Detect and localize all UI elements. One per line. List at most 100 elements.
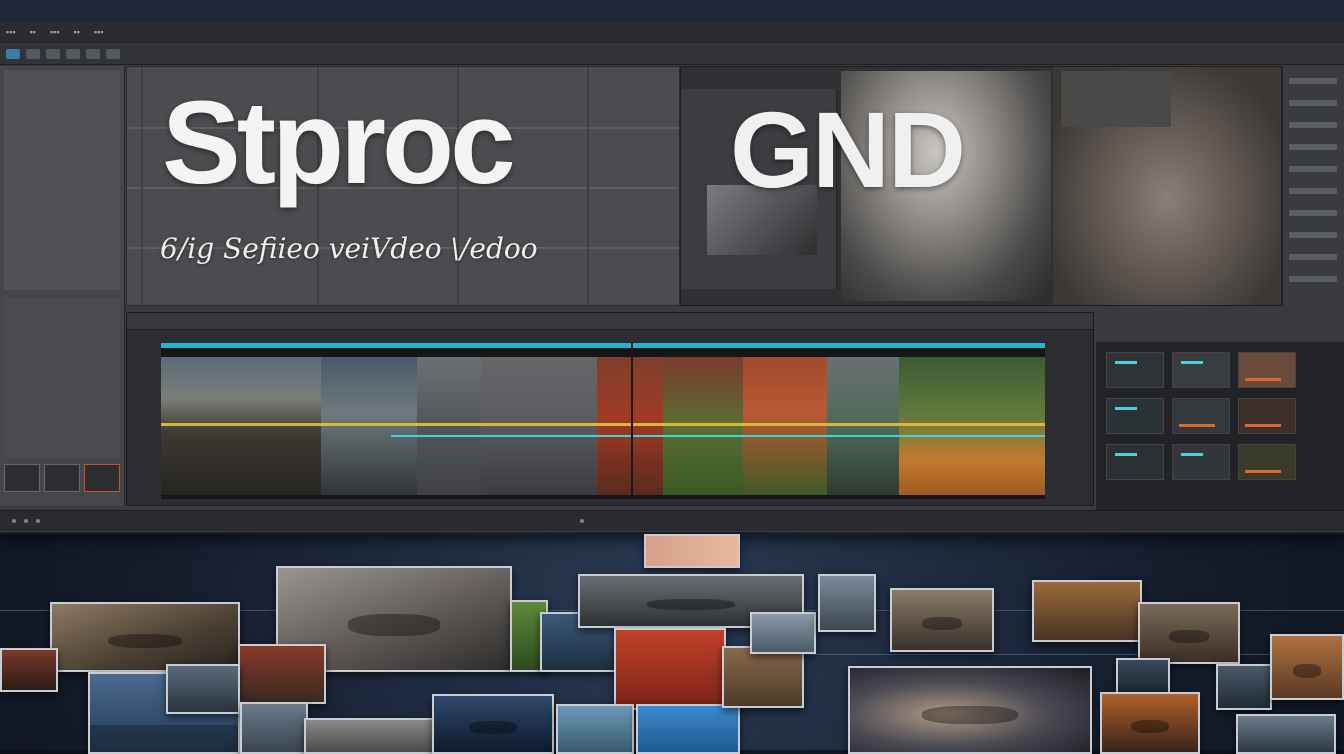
bin-marker (1181, 361, 1203, 364)
image-thumbnail[interactable] (1270, 634, 1344, 700)
image-thumbnail[interactable] (304, 718, 436, 754)
image-thumbnail[interactable] (636, 704, 740, 754)
image-thumbnail[interactable] (1216, 664, 1272, 710)
transport-icon[interactable] (12, 519, 16, 523)
image-thumbnail[interactable] (890, 588, 994, 652)
bin-thumbnail[interactable] (1172, 398, 1230, 434)
property-row[interactable] (1289, 78, 1337, 84)
menu-item[interactable]: ▪▪ (74, 27, 80, 37)
clip-thumbnail[interactable] (4, 464, 40, 492)
image-thumbnail[interactable] (1116, 658, 1170, 696)
grid-line (141, 67, 143, 305)
transport-icon[interactable] (36, 519, 40, 523)
bin-thumbnail[interactable] (1172, 444, 1230, 480)
menu-bar: ▪▪▪ ▪▪ ▪▪▪ ▪▪ ▪▪▪ (0, 22, 1344, 43)
tool-icon[interactable] (106, 49, 120, 59)
image-thumbnail[interactable] (722, 646, 804, 708)
video-clip[interactable] (481, 357, 597, 495)
thumbnail-subject (347, 613, 441, 637)
bin-thumbnail[interactable] (1238, 398, 1296, 434)
select-tool-icon[interactable] (6, 49, 20, 59)
image-thumbnail[interactable] (1138, 602, 1240, 664)
property-row[interactable] (1289, 232, 1337, 238)
image-thumbnail[interactable] (50, 602, 240, 672)
thumbnail-shade (90, 724, 238, 752)
property-row[interactable] (1289, 122, 1337, 128)
bin-thumbnail[interactable] (1172, 352, 1230, 388)
image-thumbnail[interactable] (1032, 580, 1142, 642)
image-thumbnail[interactable] (614, 628, 726, 710)
image-thumbnail[interactable] (848, 666, 1092, 754)
bin-panel (1096, 342, 1344, 530)
video-clip[interactable] (899, 357, 1045, 495)
overlay-block (1061, 71, 1171, 127)
bin-marker (1181, 453, 1203, 456)
video-clip[interactable] (321, 357, 417, 495)
image-thumbnail[interactable] (0, 648, 58, 692)
thumbnail-subject (1130, 720, 1170, 733)
tool-icon[interactable] (86, 49, 100, 59)
property-row[interactable] (1289, 100, 1337, 106)
video-clip[interactable] (827, 357, 899, 495)
keyframe-line (391, 435, 1045, 437)
image-thumbnail[interactable] (750, 612, 816, 654)
thumbnail-subject (107, 633, 183, 649)
property-row[interactable] (1289, 254, 1337, 260)
transport-icon[interactable] (580, 519, 584, 523)
menu-item[interactable]: ▪▪ (30, 27, 36, 37)
bin-thumbnail[interactable] (1238, 352, 1296, 388)
timeline-header (127, 313, 1093, 330)
image-thumbnail[interactable] (1100, 692, 1200, 754)
video-clip[interactable] (597, 357, 663, 495)
thumbnail-subject (1169, 630, 1209, 643)
bin-thumbnail[interactable] (1106, 352, 1164, 388)
face-image (1053, 67, 1281, 305)
property-row[interactable] (1289, 276, 1337, 282)
bin-marker (1179, 424, 1215, 427)
image-thumbnail[interactable] (644, 534, 740, 568)
image-thumbnail[interactable] (238, 644, 326, 704)
properties-panel (1282, 66, 1344, 306)
track-marker (161, 343, 1045, 348)
audio-level-line (161, 423, 1045, 426)
video-clip[interactable] (161, 357, 321, 495)
subtitle: 6/ig Sefiieo veiVdeo \/edoo (160, 232, 538, 265)
menu-item[interactable]: ▪▪▪ (94, 27, 104, 37)
playhead[interactable] (631, 343, 633, 499)
image-thumbnail[interactable] (818, 574, 876, 632)
toolbar (0, 44, 1344, 65)
transport-icon[interactable] (24, 519, 28, 523)
property-row[interactable] (1289, 210, 1337, 216)
status-bar (0, 510, 1344, 531)
menu-item[interactable]: ▪▪▪ (6, 27, 16, 37)
bin-thumbnail[interactable] (1238, 444, 1296, 480)
clip-thumbnail[interactable] (44, 464, 80, 492)
property-row[interactable] (1289, 166, 1337, 172)
timeline-panel[interactable] (126, 312, 1094, 506)
effects-panel[interactable] (4, 298, 120, 458)
image-thumbnail[interactable] (240, 702, 308, 754)
image-thumbnail[interactable] (432, 694, 554, 754)
zoom-tool-icon[interactable] (66, 49, 80, 59)
thumbnail-subject (922, 705, 1018, 725)
hand-tool-icon[interactable] (46, 49, 60, 59)
thumbnail-subject (646, 598, 736, 610)
video-clip[interactable] (417, 357, 481, 495)
image-thumbnail[interactable] (556, 704, 634, 754)
video-clip[interactable] (663, 357, 743, 495)
image-thumbnail[interactable] (1236, 714, 1336, 754)
image-thumbnail[interactable] (166, 664, 240, 714)
title-right: GND (730, 89, 966, 210)
clip-thumbnail[interactable] (84, 464, 120, 492)
media-browser[interactable] (4, 70, 120, 290)
video-track[interactable] (161, 343, 1045, 499)
bin-thumbnail[interactable] (1106, 444, 1164, 480)
property-row[interactable] (1289, 144, 1337, 150)
bin-marker (1115, 453, 1137, 456)
razor-tool-icon[interactable] (26, 49, 40, 59)
property-row[interactable] (1289, 188, 1337, 194)
menu-item[interactable]: ▪▪▪ (50, 27, 60, 37)
bin-marker (1115, 407, 1137, 410)
video-clip[interactable] (743, 357, 827, 495)
bin-thumbnail[interactable] (1106, 398, 1164, 434)
